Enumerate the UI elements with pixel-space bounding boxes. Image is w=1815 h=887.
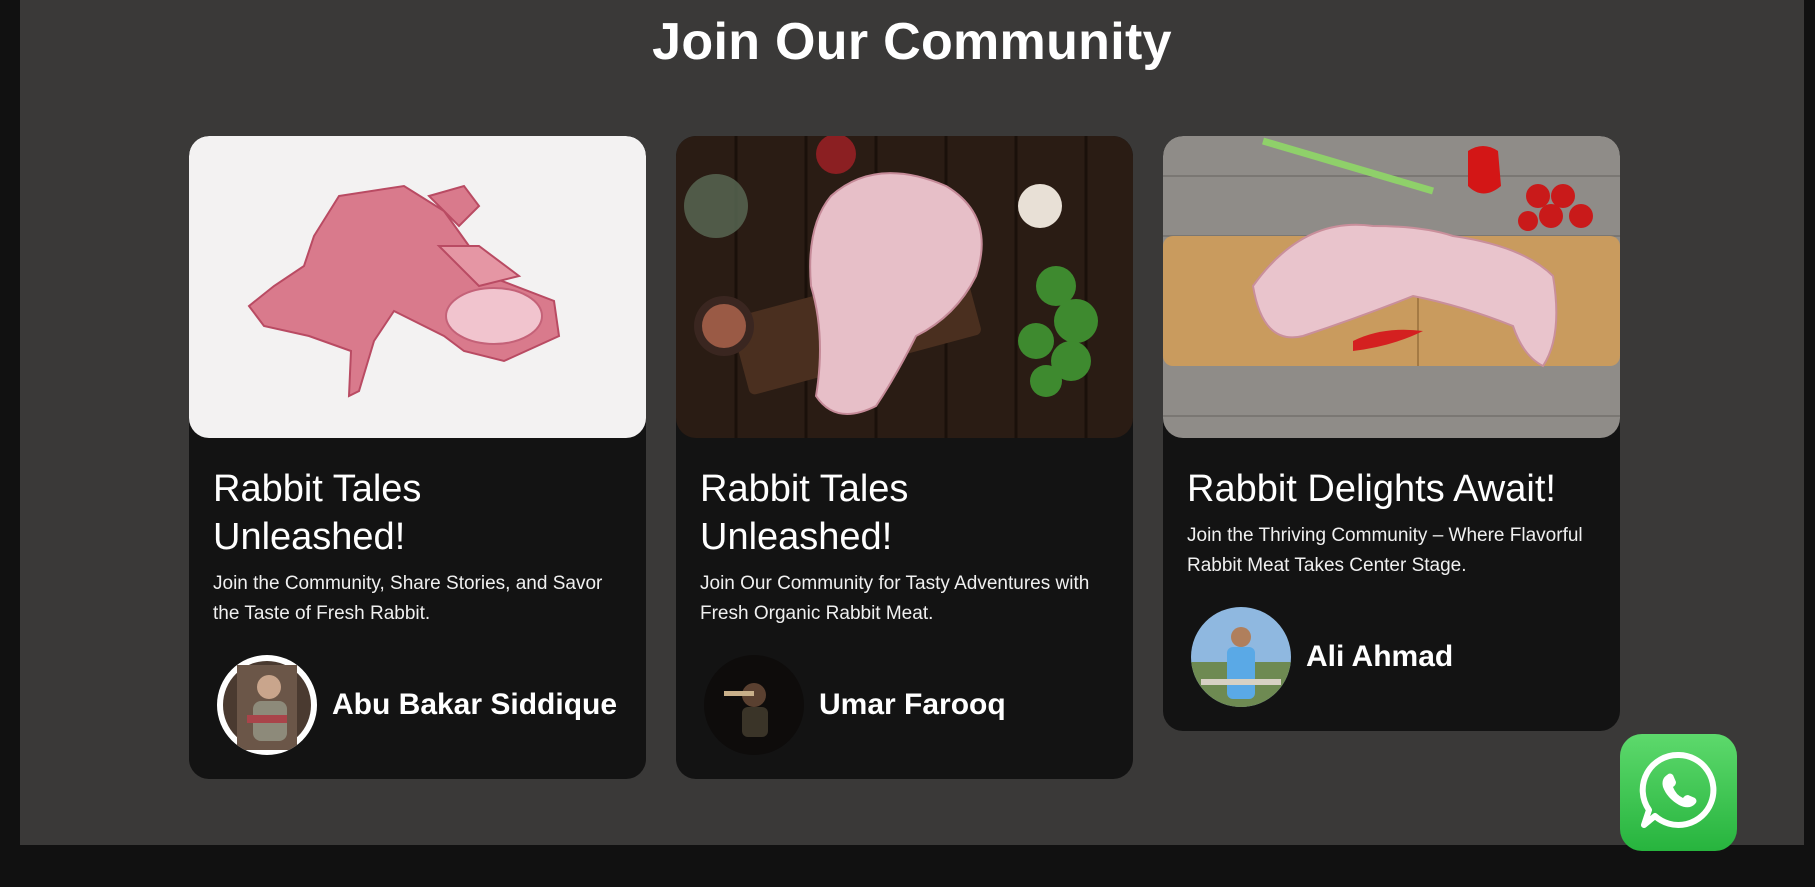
whatsapp-button[interactable] bbox=[1620, 734, 1737, 851]
page-right-edge bbox=[1804, 0, 1815, 845]
author-name: Abu Bakar Siddique bbox=[332, 688, 618, 721]
card-description: Join the Thriving Community – Where Flav… bbox=[1187, 525, 1583, 576]
card-image bbox=[1163, 136, 1620, 438]
card-heading: Rabbit Tales Unleashed! bbox=[213, 468, 422, 558]
card-heading: Rabbit Tales Unleashed! bbox=[700, 468, 909, 558]
footer-bar bbox=[0, 845, 1815, 887]
community-card: Rabbit Delights Await! Join the Thriving… bbox=[1163, 136, 1620, 731]
avatar bbox=[704, 655, 804, 755]
card-image bbox=[189, 136, 646, 438]
section-title: Join Our Community bbox=[652, 13, 1172, 71]
card-image bbox=[676, 136, 1133, 438]
community-section: Join Our Community Rabbit Tales Unleashe… bbox=[20, 0, 1804, 845]
page-left-edge bbox=[0, 0, 20, 845]
card-author: Umar Farooq bbox=[700, 655, 1109, 755]
community-card: Rabbit Tales Unleashed! Join Our Communi… bbox=[676, 136, 1133, 779]
card-author: Abu Bakar Siddique bbox=[213, 655, 622, 755]
card-description: Join Our Community for Tasty Adventures … bbox=[700, 573, 1090, 624]
card-heading: Rabbit Delights Await! bbox=[1187, 468, 1556, 510]
author-name: Ali Ahmad bbox=[1306, 640, 1454, 673]
avatar bbox=[217, 655, 317, 755]
author-name: Umar Farooq bbox=[819, 688, 1006, 721]
community-card: Rabbit Tales Unleashed! Join the Communi… bbox=[189, 136, 646, 779]
card-author: Ali Ahmad bbox=[1187, 607, 1596, 707]
avatar bbox=[1191, 607, 1291, 707]
card-description: Join the Community, Share Stories, and S… bbox=[213, 573, 603, 624]
whatsapp-icon bbox=[1636, 747, 1722, 838]
